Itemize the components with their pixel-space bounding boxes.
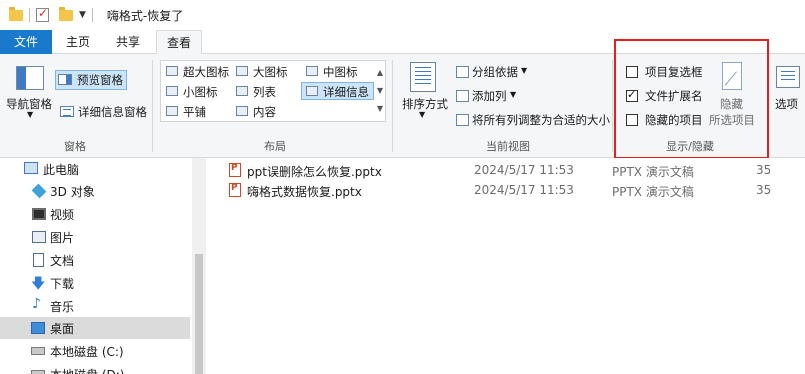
preview-pane-icon	[58, 74, 72, 85]
document-icon	[33, 253, 44, 267]
nav-item-music[interactable]: ♪ 音乐	[0, 295, 190, 317]
divider	[612, 60, 613, 152]
file-type: PPTX 演示文稿	[612, 185, 694, 199]
layout-tiles[interactable]: 平铺	[183, 104, 206, 120]
preview-pane-label: 预览窗格	[77, 73, 123, 87]
tab-share[interactable]: 共享	[108, 30, 148, 54]
options-icon[interactable]	[776, 66, 800, 88]
divider	[392, 60, 393, 152]
layout-large-icons[interactable]: 大图标	[253, 64, 288, 80]
large-icons-icon	[236, 66, 248, 76]
file-name[interactable]: ppt误删除怎么恢复.pptx	[247, 163, 382, 180]
chevron-down-icon[interactable]: ▼	[376, 82, 384, 100]
video-icon	[32, 208, 46, 220]
layout-details[interactable]: 详细信息	[323, 84, 369, 100]
file-name[interactable]: 嗨格式数据恢复.pptx	[247, 183, 362, 200]
tiles-icon	[166, 106, 178, 116]
size-columns-icon	[456, 114, 469, 126]
nav-item-downloads[interactable]: 🡇 下载	[0, 272, 190, 294]
group-label-current-view: 当前视图	[486, 140, 530, 153]
customize-toolbar-chevron-icon[interactable]: ▼	[79, 10, 86, 20]
folder-icon	[9, 6, 23, 21]
extra-large-icons-icon	[166, 66, 178, 76]
file-date: 2024/5/17 11:53	[474, 183, 574, 197]
divider	[91, 8, 93, 22]
layout-medium-icons[interactable]: 中图标	[323, 64, 358, 80]
layout-extra-large-icons[interactable]: 超大图标	[183, 64, 229, 80]
chevron-up-icon[interactable]: ▲	[376, 64, 384, 82]
group-by-button[interactable]: 分组依据	[472, 64, 518, 80]
download-arrow-icon: 🡇	[31, 276, 46, 292]
nav-item-3d-objects[interactable]: 3D 对象	[0, 180, 190, 202]
details-icon	[306, 86, 318, 96]
window-title: 嗨格式-恢复了	[106, 8, 184, 23]
sort-by-icon[interactable]	[410, 62, 436, 92]
tab-view[interactable]: 查看	[156, 30, 202, 55]
options-button[interactable]: 选项	[775, 96, 798, 112]
pptx-file-icon	[229, 163, 241, 177]
properties-icon[interactable]	[36, 6, 49, 22]
file-size: 35	[756, 183, 772, 197]
cube-3d-icon	[31, 183, 47, 199]
chevron-down-icon[interactable]: ▼	[510, 90, 516, 99]
chevron-down-icon[interactable]: ▼	[419, 110, 425, 119]
tab-home[interactable]: 主页	[58, 30, 98, 54]
highlight-frame	[614, 39, 769, 159]
list-icon	[236, 86, 248, 96]
layout-list[interactable]: 列表	[253, 84, 276, 100]
nav-scrollbar-thumb[interactable]	[195, 254, 203, 374]
group-label-layout: 布局	[264, 140, 286, 153]
file-row[interactable]: 嗨格式数据恢复.pptx 2024/5/17 11:53 PPTX 演示文稿 3…	[206, 180, 805, 201]
nav-item-desktop[interactable]: 桌面	[0, 317, 190, 339]
new-folder-icon[interactable]	[59, 6, 73, 21]
nav-item-drive-d[interactable]: 本地磁盘 (D:)	[0, 363, 190, 374]
chevron-down-icon[interactable]: ▼	[521, 66, 527, 75]
divider	[152, 60, 153, 152]
navigation-pane: 此电脑 3D 对象 视频 图片 文档 🡇 下载 ♪ 音乐 桌面 本地磁盘 (C:…	[0, 158, 206, 374]
file-list: ppt误删除怎么恢复.pptx 2024/5/17 11:53 PPTX 演示文…	[206, 158, 805, 374]
layout-content[interactable]: 内容	[253, 104, 276, 120]
nav-item-pictures[interactable]: 图片	[0, 226, 190, 248]
drive-icon	[31, 347, 45, 355]
file-type: PPTX 演示文稿	[612, 165, 694, 179]
desktop-icon	[31, 322, 45, 334]
file-date: 2024/5/17 11:53	[474, 163, 574, 177]
music-note-icon: ♪	[32, 296, 41, 312]
computer-icon	[24, 162, 38, 174]
divider	[29, 8, 30, 22]
nav-item-drive-c[interactable]: 本地磁盘 (C:)	[0, 340, 190, 362]
file-row[interactable]: ppt误删除怎么恢复.pptx 2024/5/17 11:53 PPTX 演示文…	[206, 160, 805, 181]
add-columns-button[interactable]: 添加列	[472, 88, 507, 104]
nav-item-this-pc[interactable]: 此电脑	[0, 158, 190, 180]
pptx-file-icon	[229, 183, 241, 197]
group-label-panes: 窗格	[64, 140, 86, 153]
details-pane-button[interactable]: 详细信息窗格	[78, 104, 147, 120]
navigation-pane-icon[interactable]	[16, 66, 44, 90]
chevron-down-icon[interactable]: ▼	[27, 110, 33, 119]
content-icon	[236, 106, 248, 116]
nav-item-documents[interactable]: 文档	[0, 249, 190, 271]
small-icons-icon	[166, 86, 178, 96]
title-bar: ▼ 嗨格式-恢复了	[0, 0, 805, 30]
group-by-icon	[456, 66, 469, 78]
tab-file[interactable]: 文件	[0, 30, 52, 54]
picture-icon	[32, 231, 46, 243]
medium-icons-icon	[306, 66, 318, 76]
layout-gallery-scroll[interactable]: ▲ ▼ ▼	[376, 64, 384, 118]
size-all-columns-button[interactable]: 将所有列调整为合适的大小	[472, 112, 610, 128]
file-size: 35	[756, 163, 772, 177]
details-pane-icon	[60, 106, 74, 117]
more-icon[interactable]: ▼	[376, 100, 384, 118]
drive-icon	[31, 370, 45, 374]
nav-item-videos[interactable]: 视频	[0, 203, 190, 225]
layout-small-icons[interactable]: 小图标	[183, 84, 218, 100]
add-columns-icon	[456, 90, 469, 102]
